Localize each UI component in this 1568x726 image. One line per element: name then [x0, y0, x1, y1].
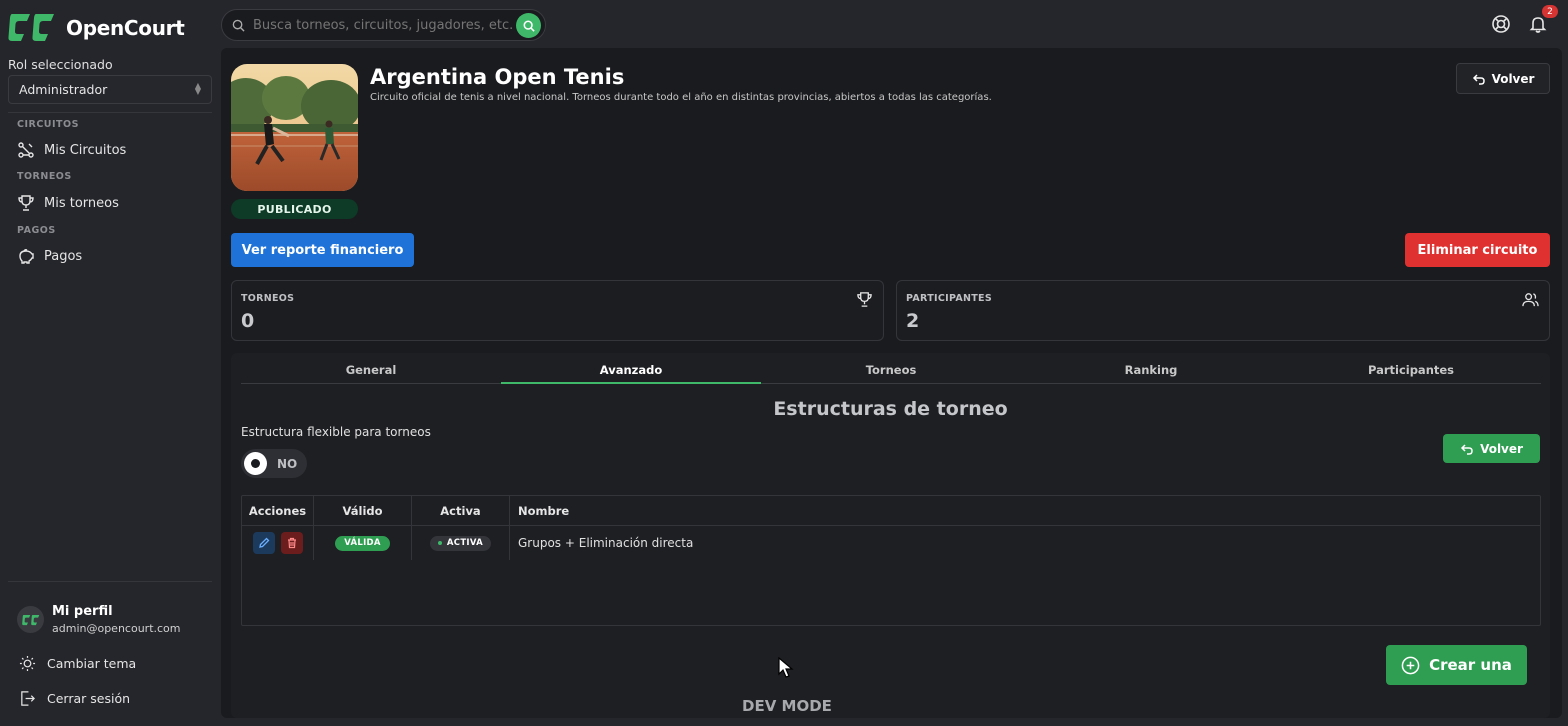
piggy-bank-icon: [19, 248, 34, 264]
section-circuitos: CIRCUITOS: [17, 119, 79, 130]
trophy-icon: [18, 195, 34, 211]
sidebar: OpenCourt Rol seleccionado Administrador…: [0, 0, 220, 726]
role-label: Rol seleccionado: [8, 57, 113, 72]
section-torneos: TORNEOS: [17, 171, 72, 182]
financial-report-button[interactable]: Ver reporte financiero: [231, 233, 414, 267]
tab-torneos[interactable]: Torneos: [761, 361, 1021, 383]
sidebar-item-label: Pagos: [44, 248, 83, 264]
create-button-label: Crear una: [1429, 656, 1512, 674]
stat-value: 2: [906, 310, 920, 332]
profile-name: Mi perfil: [52, 604, 113, 619]
role-select-value: Administrador: [19, 82, 108, 97]
mouse-cursor-icon: [778, 657, 794, 678]
sidebar-item-label: Mis Circuitos: [44, 142, 127, 158]
trophy-icon: [857, 292, 872, 307]
tab-participantes[interactable]: Participantes: [1281, 361, 1541, 383]
active-badge: ACTIVA: [429, 535, 492, 551]
column-header-nombre: Nombre: [518, 503, 570, 518]
page-description: Circuito oficial de tenis a nivel nacion…: [370, 92, 992, 103]
sidebar-item-mis-torneos[interactable]: Mis torneos: [17, 194, 119, 212]
logout-button[interactable]: Cerrar sesión: [19, 690, 130, 707]
row-name: Grupos + Eliminación directa: [518, 536, 694, 550]
trash-icon: [287, 537, 296, 549]
sidebar-item-mis-circuitos[interactable]: Mis Circuitos: [17, 141, 126, 159]
search-icon: [232, 19, 245, 32]
pencil-icon: [258, 537, 269, 548]
dev-mode-label: DEV MODE: [742, 697, 832, 715]
tab-general[interactable]: General: [241, 361, 501, 383]
column-header-valido: Válido: [314, 496, 412, 525]
undo-arrow-icon: [1472, 73, 1485, 85]
circuit-tabs-card: General Avanzado Torneos Ranking Partici…: [231, 353, 1550, 718]
row-valid-cell: VÁLIDA: [314, 526, 412, 560]
profile-email: admin@opencourt.com: [52, 622, 181, 635]
theme-label: Cambiar tema: [47, 656, 137, 671]
column-header-activa: Activa: [412, 496, 510, 525]
structures-table: Acciones Válido Activa Nombre VÁLIDA ACT…: [241, 495, 1541, 626]
sidebar-divider: [8, 112, 212, 113]
search-input[interactable]: [253, 17, 515, 33]
back-button-secondary[interactable]: Volver: [1443, 434, 1540, 463]
table-header: Acciones Válido Activa Nombre: [242, 496, 1540, 526]
search-icon: [523, 20, 535, 32]
notification-badge: 2: [1542, 5, 1558, 18]
valid-badge: VÁLIDA: [335, 535, 390, 551]
active-badge-label: ACTIVA: [446, 538, 484, 548]
stat-label: PARTICIPANTES: [906, 293, 992, 304]
sun-icon: [19, 655, 36, 672]
page-title: Argentina Open Tenis: [370, 65, 625, 89]
chevron-updown-icon: ▲ ▼: [194, 81, 201, 96]
stat-value: 0: [241, 310, 255, 332]
toggle-state-label: NO: [277, 456, 298, 471]
opencourt-logo-icon: [8, 14, 54, 41]
stat-card-torneos: TORNEOS 0: [231, 280, 884, 341]
users-icon: [1522, 293, 1539, 307]
theme-toggle-button[interactable]: Cambiar tema: [19, 655, 136, 672]
tab-ranking[interactable]: Ranking: [1021, 361, 1281, 383]
help-lifebuoy-icon[interactable]: [1491, 14, 1511, 34]
flex-structure-toggle[interactable]: NO: [241, 449, 307, 478]
section-title: Estructuras de torneo: [773, 398, 1008, 420]
tennis-photo-image: [231, 64, 358, 191]
back-button[interactable]: Volver: [1456, 63, 1550, 94]
profile-link[interactable]: Mi perfil admin@opencourt.com: [17, 604, 181, 635]
delete-circuit-button[interactable]: Eliminar circuito: [1405, 233, 1550, 267]
main-panel: PUBLICADO Argentina Open Tenis Circuito …: [221, 48, 1562, 718]
app-name: OpenCourt: [66, 15, 185, 40]
sidebar-item-pagos[interactable]: Pagos: [17, 247, 82, 265]
circuit-image: [231, 64, 358, 191]
back-button-label: Volver: [1491, 71, 1535, 86]
create-structure-button[interactable]: Crear una: [1386, 645, 1527, 685]
stat-label: TORNEOS: [241, 293, 295, 304]
stat-card-participantes: PARTICIPANTES 2: [896, 280, 1550, 341]
back-button-label: Volver: [1480, 441, 1523, 456]
status-dot-icon: [437, 541, 442, 545]
search-bar: [221, 9, 546, 41]
sidebar-divider: [8, 581, 212, 582]
tab-bar: General Avanzado Torneos Ranking Partici…: [241, 361, 1541, 384]
tab-avanzado[interactable]: Avanzado: [501, 361, 761, 384]
logout-label: Cerrar sesión: [47, 691, 131, 706]
sidebar-item-label: Mis torneos: [44, 195, 119, 211]
edit-button[interactable]: [252, 532, 275, 554]
section-pagos: PAGOS: [17, 225, 56, 236]
delete-button[interactable]: [280, 532, 303, 554]
column-header-acciones: Acciones: [242, 496, 314, 525]
row-actions: [242, 526, 314, 560]
opencourt-logo-icon: [21, 614, 39, 625]
circuit-icon: [18, 142, 34, 158]
search-button[interactable]: [516, 13, 541, 38]
role-select[interactable]: Administrador ▲ ▼: [8, 75, 212, 104]
toggle-knob: [244, 452, 267, 475]
plus-circle-icon: [1401, 656, 1420, 674]
status-badge: PUBLICADO: [231, 199, 358, 219]
avatar: [17, 606, 44, 633]
table-row: VÁLIDA ACTIVA Grupos + Eliminación direc…: [242, 526, 1540, 560]
logout-icon: [21, 691, 35, 706]
app-logo[interactable]: OpenCourt: [8, 12, 185, 43]
undo-arrow-icon: [1461, 443, 1473, 455]
row-active-cell: ACTIVA: [412, 526, 510, 560]
flex-structure-label: Estructura flexible para torneos: [241, 425, 431, 439]
